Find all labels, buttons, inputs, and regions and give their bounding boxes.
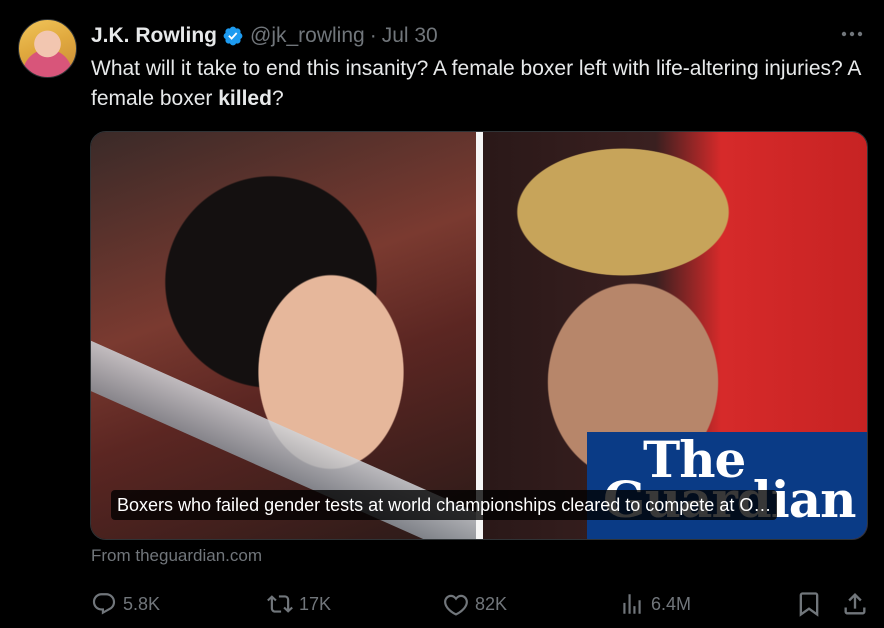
- boxer-photo-left: [91, 132, 476, 539]
- retweet-icon: [267, 595, 293, 613]
- like-count: 82K: [475, 593, 508, 614]
- tweet-date[interactable]: Jul 30: [382, 24, 438, 48]
- reply-icon: [92, 593, 116, 615]
- tweet-text: What will it take to end this insanity? …: [91, 54, 861, 114]
- author-avatar[interactable]: [18, 19, 77, 78]
- card-caption[interactable]: Boxers who failed gender tests at world …: [111, 490, 778, 520]
- verified-badge-icon[interactable]: [222, 25, 244, 47]
- tweet-header: J.K. Rowling @jk_rowling · Jul 30: [91, 22, 438, 50]
- retweet-count: 17K: [299, 593, 332, 614]
- reply-button[interactable]: 5.8K: [91, 588, 160, 620]
- tweet-text-part1: What will it take to end this insanity? …: [91, 57, 861, 110]
- tweet-text-bold: killed: [218, 87, 272, 110]
- link-card[interactable]: The Guardian Boxers who failed gender te…: [90, 131, 868, 540]
- reply-count: 5.8K: [123, 593, 161, 614]
- views-button[interactable]: 6.4M: [619, 588, 691, 620]
- heart-icon: [444, 594, 468, 616]
- more-options-icon[interactable]: [840, 24, 864, 44]
- author-name[interactable]: J.K. Rowling: [91, 24, 217, 48]
- retweet-button[interactable]: 17K: [267, 588, 331, 620]
- bookmark-icon[interactable]: [795, 590, 823, 618]
- share-icon[interactable]: [841, 590, 869, 618]
- views-count: 6.4M: [651, 593, 692, 614]
- header-separator: ·: [369, 24, 377, 47]
- tweet-text-part2: ?: [271, 87, 284, 110]
- like-button[interactable]: 82K: [443, 588, 507, 620]
- tweet-actions: 5.8K 17K 82K 6.4M: [91, 588, 866, 620]
- card-source[interactable]: From theguardian.com: [91, 546, 262, 566]
- author-handle[interactable]: @jk_rowling: [250, 24, 365, 48]
- views-icon: [623, 594, 641, 614]
- photo-divider: [476, 132, 483, 539]
